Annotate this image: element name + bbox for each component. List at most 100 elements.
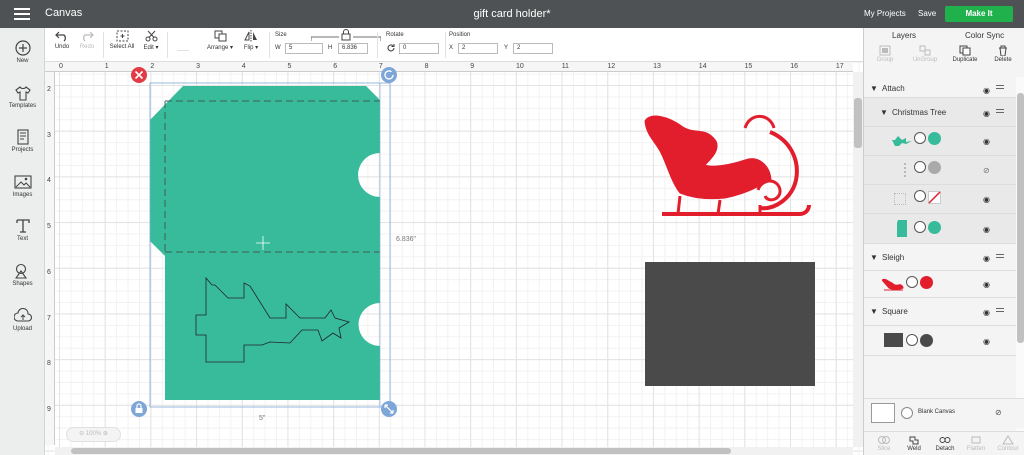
- square-shape[interactable]: [645, 262, 815, 386]
- delete-button[interactable]: Delete: [990, 45, 1016, 63]
- color-swatch[interactable]: [928, 221, 941, 234]
- ruler-tick-label: 5: [47, 223, 51, 231]
- layer-attach-label: Attach: [882, 84, 905, 93]
- layer-group-sleigh[interactable]: ▼ Sleigh ◉: [864, 244, 1016, 271]
- blank-canvas-row[interactable]: Blank Canvas ⊘: [864, 398, 1024, 428]
- tab-color-sync[interactable]: Color Sync: [965, 31, 1004, 40]
- ruler-tick-label: 3: [196, 63, 200, 70]
- duplicate-button[interactable]: Duplicate: [950, 45, 980, 63]
- ruler-tick-label: 8: [47, 360, 51, 368]
- duplicate-icon: [959, 45, 971, 56]
- zoom-out-button[interactable]: ⊖: [79, 431, 86, 437]
- color-swatch[interactable]: [920, 276, 933, 289]
- trash-icon: [999, 45, 1007, 56]
- ruler-tick-label: 10: [516, 63, 524, 70]
- blank-canvas-thumbnail: [871, 403, 895, 423]
- detach-button[interactable]: Detach: [932, 435, 958, 452]
- eye-icon[interactable]: ◉: [983, 308, 990, 317]
- zoom-control[interactable]: ⊖ 100% ⊕: [66, 427, 121, 442]
- eye-icon[interactable]: ◉: [983, 280, 990, 289]
- ungroup-button[interactable]: UnGroup: [910, 45, 940, 63]
- layer-item-tree-score[interactable]: ⊘: [864, 156, 1016, 185]
- vertical-scroll-thumb[interactable]: [854, 98, 862, 148]
- color-swatch[interactable]: [928, 161, 941, 174]
- group-button[interactable]: Group: [874, 45, 896, 63]
- tab-layers[interactable]: Layers: [892, 31, 916, 40]
- eye-icon[interactable]: ◉: [983, 337, 990, 346]
- hidden-eye-icon[interactable]: ⊘: [995, 408, 1002, 417]
- expand-arrow-icon[interactable]: ▼: [870, 307, 878, 316]
- drag-handle-icon[interactable]: [996, 109, 1004, 115]
- layer-item-sleigh[interactable]: ◉: [864, 271, 1016, 298]
- expand-arrow-icon[interactable]: ▼: [880, 108, 888, 117]
- horizontal-scroll-thumb[interactable]: [71, 448, 731, 454]
- ruler-tick-label: 4: [241, 63, 246, 70]
- slice-button[interactable]: Slice: [872, 435, 896, 452]
- ruler-tick-label: 6: [333, 63, 338, 70]
- rotate-handle[interactable]: [381, 67, 397, 83]
- save-button[interactable]: Save: [918, 9, 936, 18]
- hidden-eye-icon[interactable]: ⊘: [983, 166, 990, 175]
- ungroup-icon: [919, 45, 931, 56]
- drag-handle-icon[interactable]: [996, 254, 1004, 260]
- vertical-scrollbar[interactable]: [853, 72, 863, 447]
- ruler-tick-label: 4: [47, 177, 51, 185]
- card-thumbnail-icon: [897, 220, 907, 237]
- ruler-tick-label: 17: [835, 63, 844, 70]
- layer-item-square[interactable]: ◉: [864, 326, 1016, 356]
- sleigh-shape[interactable]: [644, 114, 811, 216]
- my-projects-link[interactable]: My Projects: [864, 9, 906, 18]
- ruler-tick-label: 14: [698, 63, 707, 70]
- lock-handle[interactable]: [131, 401, 147, 417]
- expand-arrow-icon[interactable]: ▼: [870, 84, 878, 93]
- eye-icon[interactable]: ◉: [983, 254, 990, 263]
- layers-scroll-thumb[interactable]: [1017, 93, 1024, 343]
- layer-item-tree-pen[interactable]: ◉: [864, 185, 1016, 214]
- ruler-tick-label: 3: [47, 131, 51, 139]
- eye-icon[interactable]: ◉: [983, 137, 990, 146]
- horizontal-scrollbar[interactable]: [55, 447, 853, 455]
- height-dimension-label: 6.836": [396, 236, 417, 243]
- sleigh-thumbnail-icon: [882, 278, 904, 291]
- flatten-label: Flatten: [966, 446, 986, 452]
- weld-button[interactable]: Weld: [902, 435, 926, 452]
- ruler-tick-label: 1: [104, 63, 109, 70]
- layer-item-card-base[interactable]: ◉: [864, 214, 1016, 244]
- ruler-tick-label: 13: [653, 63, 661, 70]
- eye-icon[interactable]: ◉: [983, 225, 990, 234]
- color-swatch[interactable]: [920, 334, 933, 347]
- layer-group-square[interactable]: ▼ Square ◉: [864, 298, 1016, 326]
- expand-arrow-icon[interactable]: ▼: [870, 253, 878, 262]
- drag-handle-icon[interactable]: [996, 85, 1004, 91]
- make-it-button[interactable]: Make It: [945, 6, 1013, 22]
- zoom-in-button[interactable]: ⊕: [101, 431, 108, 437]
- ruler-tick-label: 7: [47, 314, 51, 322]
- ruler-tick-label: 7: [378, 63, 383, 70]
- ruler-tick-label: 9: [470, 63, 475, 70]
- duplicate-label: Duplicate: [952, 57, 978, 63]
- detach-label: Detach: [935, 446, 955, 452]
- blank-thumbnail: [894, 193, 906, 205]
- no-color-swatch[interactable]: [928, 191, 941, 204]
- layer-group-attach[interactable]: ▼ Attach ◉: [864, 77, 1016, 98]
- ruler-tick-label: 12: [607, 63, 616, 70]
- eye-icon[interactable]: ◉: [983, 86, 990, 95]
- color-swatch[interactable]: [928, 132, 941, 145]
- drag-handle-icon[interactable]: [996, 308, 1004, 314]
- ruler-tick-label: 15: [744, 63, 753, 70]
- flatten-button[interactable]: Flatten: [963, 435, 989, 452]
- layer-item-tree-print[interactable]: ◉: [864, 127, 1016, 156]
- scissors-icon: [906, 334, 918, 346]
- square-thumbnail-icon: [884, 333, 903, 347]
- contour-button[interactable]: Contour: [994, 435, 1022, 452]
- eye-icon[interactable]: ◉: [983, 109, 990, 118]
- canvas-objects: [131, 67, 815, 417]
- eye-icon[interactable]: ◉: [983, 195, 990, 204]
- layer-group-christmas-tree[interactable]: ▼ Christmas Tree ◉: [864, 98, 1016, 127]
- canvas-color-swatch[interactable]: [901, 407, 913, 419]
- resize-handle[interactable]: [381, 401, 397, 417]
- delete-handle[interactable]: [131, 67, 147, 83]
- layers-scrollbar[interactable]: [1016, 77, 1024, 432]
- weld-icon: [909, 436, 919, 445]
- ruler-tick-label: 2: [47, 86, 51, 93]
